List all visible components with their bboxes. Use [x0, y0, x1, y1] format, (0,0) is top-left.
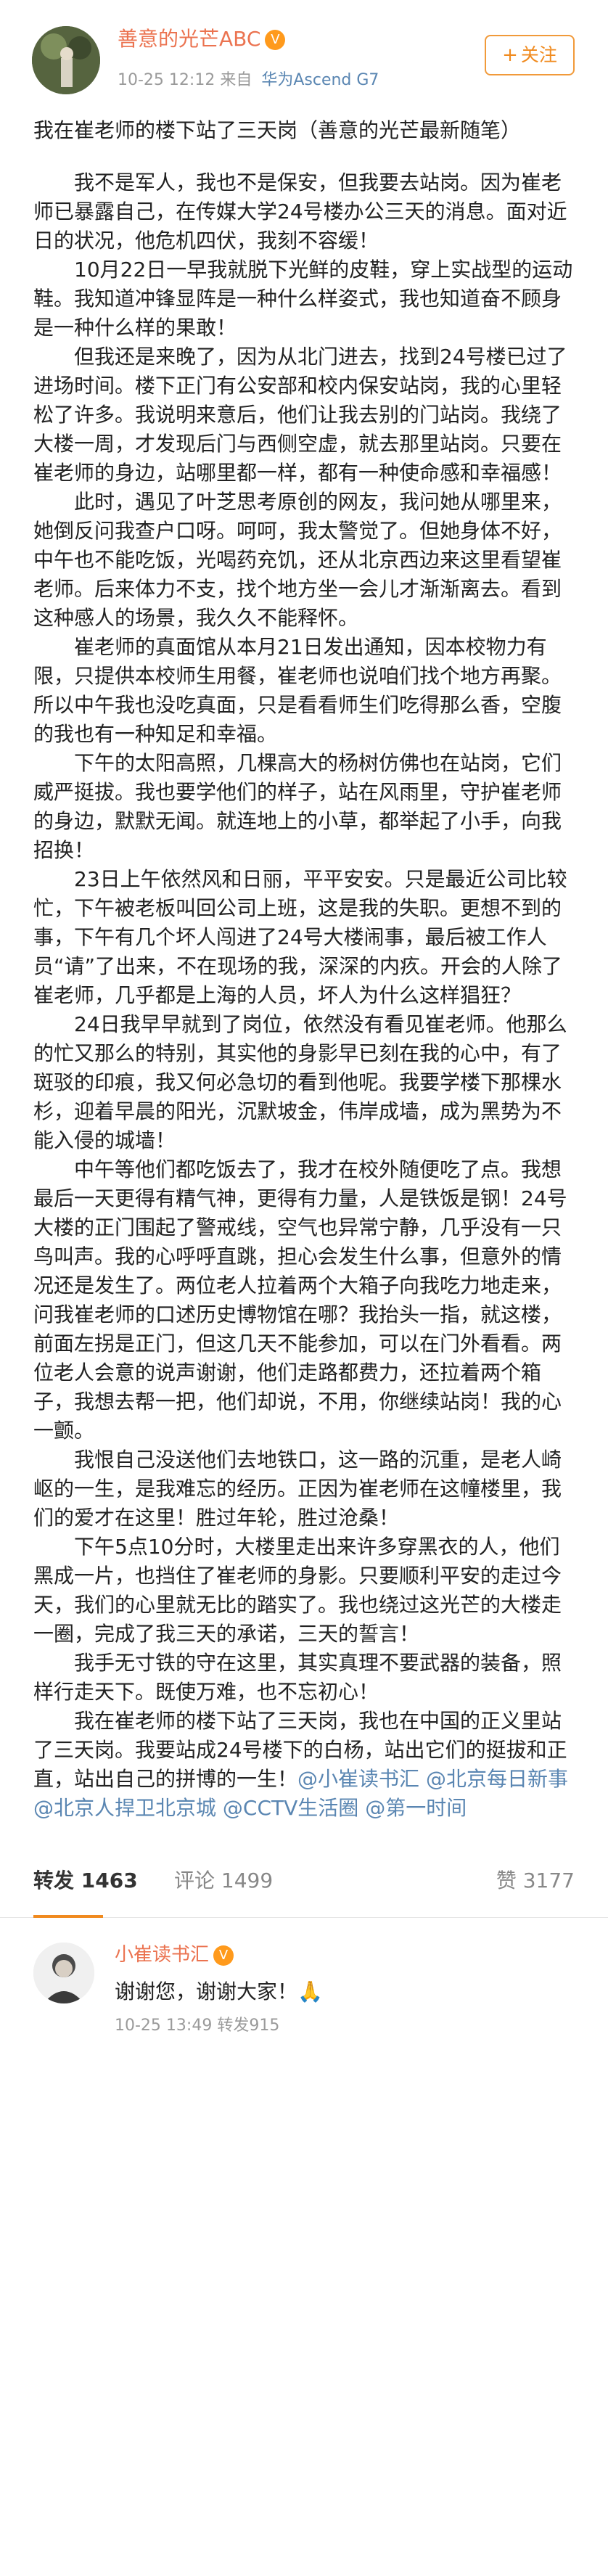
repost-user-name[interactable]: 小崔读书汇	[115, 1944, 209, 1966]
avatar-image-icon	[32, 26, 100, 94]
repost-meta: 10-25 13:49 转发915	[115, 2012, 279, 2035]
plus-icon: +	[502, 44, 518, 66]
repost-count: 1463	[81, 1869, 138, 1892]
post-paragraph: 中午等他们都吃饭去了，我才在校外随便吃了点。我想最后一天更得有精气神，更得有力量…	[33, 1157, 567, 1443]
tab-repost[interactable]: 转发 1463	[33, 1865, 138, 1894]
post-body: 我在崔老师的楼下站了三天岗（善意的光芒最新随笔） 我不是军人，我也不是保安，但我…	[33, 116, 576, 1823]
mention-link[interactable]: @CCTV生活圈	[223, 1796, 358, 1820]
follow-button[interactable]: + 关注	[485, 35, 575, 75]
portrait-icon	[33, 1943, 94, 2003]
post-meta: 10-25 12:12 来自 华为Ascend G7	[118, 67, 379, 90]
user-name[interactable]: 善意的光芒ABC	[118, 27, 260, 51]
post-device[interactable]: 华为Ascend G7	[261, 71, 379, 89]
follow-label: 关注	[520, 44, 557, 65]
post-paragraph: 10月22日一早我就脱下光鲜的皮鞋，穿上实战型的运动鞋。我知道冲锋显阵是一种什么…	[33, 258, 573, 340]
post-paragraph: 但我还是来晚了，因为从北门进去，找到24号楼已过了进场时间。楼下正门有公安部和校…	[33, 345, 567, 485]
post-timestamp: 10-25 12:12	[118, 71, 215, 89]
post-paragraph: 我不是军人，我也不是保安，但我要去站岗。因为崔老师已暴露自己，在传媒大学24号楼…	[33, 171, 567, 253]
post-title: 我在崔老师的楼下站了三天岗（善意的光芒最新随笔）	[33, 118, 522, 142]
repost-forward-count[interactable]: 转发915	[217, 2017, 279, 2035]
source-prefix: 来自	[220, 71, 252, 89]
like-count: 3177	[522, 1869, 575, 1892]
repost-user-row: 小崔读书汇 V	[115, 1940, 234, 1966]
repost-label: 转发	[33, 1869, 75, 1892]
post-paragraph: 下午5点10分时，大楼里走出来许多穿黑衣的人，他们黑成一片，也挡住了崔老师的身影…	[33, 1535, 562, 1646]
post-paragraph: 23日上午依然风和日丽，平平安安。只是最近公司比较忙，下午被老板叫回公司上班，这…	[33, 867, 567, 1007]
post-paragraph: 24日我早早就到了岗位，依然没有看见崔老师。他那么的忙又那么的特别，其实他的身影…	[33, 1012, 567, 1152]
post-paragraph: 我恨自己没送他们去地铁口，这一路的沉重，是老人崎岖的一生，是我难忘的经历。正因为…	[33, 1448, 562, 1530]
post-final-paragraph: 我在崔老师的楼下站了三天岗，我也在中国的正义里站了三天岗。我要站成24号楼下的白…	[33, 1707, 576, 1823]
repost-user-avatar[interactable]	[33, 1943, 94, 2003]
post-paragraph: 此时，遇见了叶芝思考原创的网友，我问她从哪里来，她倒反问我查户口呀。呵呵，我太警…	[33, 490, 562, 630]
repost-timestamp: 10-25 13:49	[115, 2017, 213, 2035]
vip-badge-icon: V	[265, 30, 286, 50]
user-avatar[interactable]	[32, 26, 100, 94]
mention-link[interactable]: @北京每日新事	[426, 1767, 568, 1791]
tab-like[interactable]: 赞 3177	[496, 1865, 575, 1894]
post-paragraph: 我手无寸铁的守在这里，其实真理不要武器的装备，照样行走天下。既使万难，也不忘初心…	[33, 1651, 562, 1704]
mention-link[interactable]: @小崔读书汇	[297, 1767, 419, 1791]
comment-label: 评论	[174, 1869, 215, 1892]
comment-count: 1499	[221, 1869, 274, 1892]
post-header: 善意的光芒ABC V 10-25 12:12 来自 华为Ascend G7 + 关注	[0, 0, 608, 102]
like-label: 赞	[496, 1869, 517, 1892]
tab-comment[interactable]: 评论 1499	[174, 1865, 273, 1894]
post-paragraph: 崔老师的真面馆从本月21日发出通知，因本校物力有限，只提供本校师生用餐，崔老师也…	[33, 635, 562, 746]
mention-link[interactable]: @北京人捍卫北京城	[33, 1796, 216, 1820]
mention-link[interactable]: @第一时间	[365, 1796, 467, 1820]
vip-badge-icon: V	[213, 1945, 234, 1966]
post-paragraph: 下午的太阳高照，几棵高大的杨树仿佛也在站岗，它们威严挺拔。我也要学他们的样子，站…	[33, 751, 562, 862]
user-name-row: 善意的光芒ABC V	[118, 25, 286, 54]
repost-item: 小崔读书汇 V 谢谢您，谢谢大家！🙏 10-25 13:49 转发915	[0, 1918, 608, 2041]
repost-text: 谢谢您，谢谢大家！🙏	[115, 1980, 323, 2003]
post-actions-bar: 转发 1463 评论 1499 赞 3177	[0, 1843, 608, 1918]
